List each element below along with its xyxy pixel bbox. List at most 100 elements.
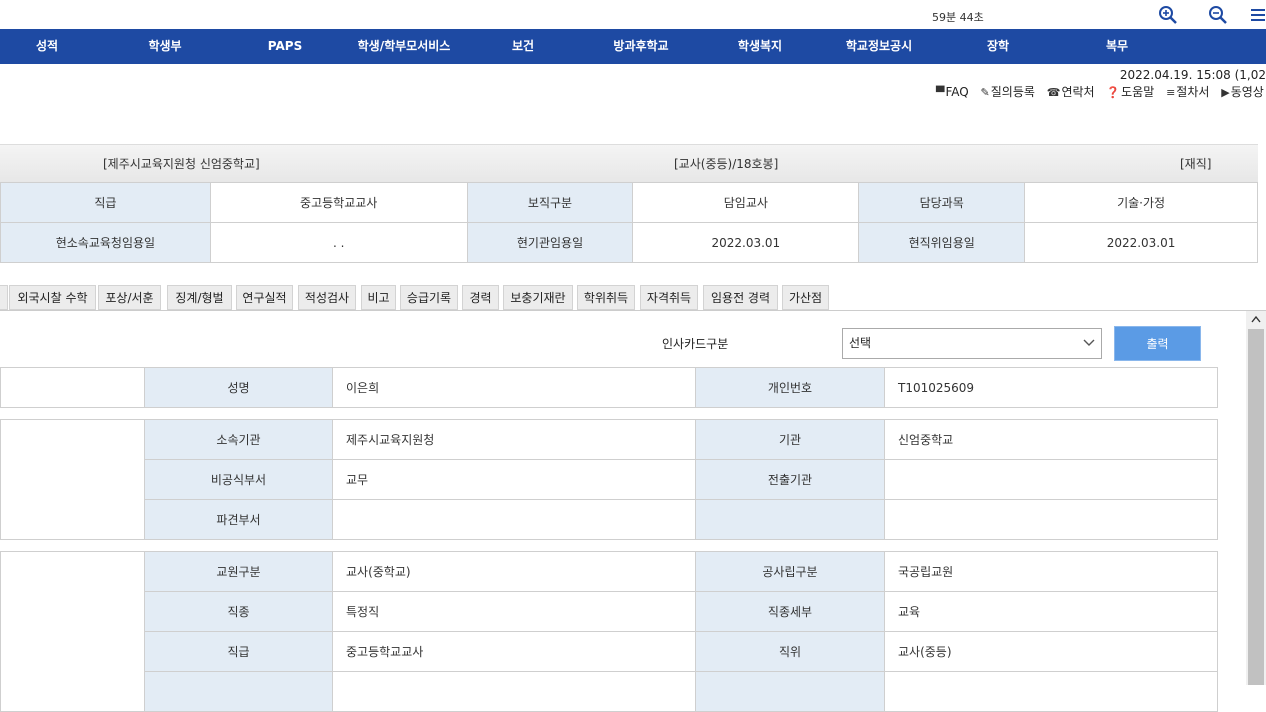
table-row: 소속기관 제주시교육지원청 기관 신엄중학교: [0, 419, 1218, 540]
table-row: 비공식부서 교무 전출기관: [1, 459, 1218, 500]
tab-career[interactable]: 경력: [462, 285, 499, 310]
blank-cell: [0, 551, 145, 712]
nav-item-welfare[interactable]: 학생복지: [738, 29, 782, 64]
field-label: 성명: [144, 367, 333, 408]
summary-label: 보직구분: [466, 182, 634, 223]
affiliation-table: 소속기관 제주시교육지원청 기관 신엄중학교 비공식부서 교무 전출기관 파견부…: [0, 419, 1218, 540]
tab-discipline[interactable]: 징계/형벌: [167, 285, 232, 310]
field-value: T101025609: [884, 367, 1218, 408]
zoom-out-icon[interactable]: [1208, 5, 1228, 28]
top-bar: 59분 44초: [0, 0, 1266, 29]
field-label: [144, 671, 333, 712]
scrollbar-thumb[interactable]: [1248, 329, 1264, 685]
table-row: 직급 중고등학교교사 직위 교사(중등): [1, 631, 1218, 672]
field-value: 국공립교원: [884, 551, 1218, 592]
table-row: 현소속교육청임용일 . . 현기관임용일 2022.03.01 현직위임용일 2…: [0, 222, 1258, 263]
vertical-scrollbar[interactable]: [1246, 311, 1266, 685]
print-button[interactable]: 출력: [1114, 326, 1201, 361]
field-value: 중고등학교교사: [332, 631, 696, 672]
zoom-in-icon[interactable]: [1158, 5, 1178, 28]
field-label: 개인번호: [695, 367, 885, 408]
field-label: 기관: [695, 419, 885, 460]
help-link[interactable]: ❓도움말: [1106, 85, 1154, 99]
procedure-link[interactable]: ≡절차서: [1166, 85, 1209, 99]
teacher-info-header: [제주시교육지원청 신엄중학교] [교사(중등)/18호봉] [재직]: [0, 144, 1258, 182]
summary-label: 현소속교육청임용일: [0, 222, 211, 263]
tab-promotion[interactable]: 승급기록: [400, 285, 458, 310]
field-label: 소속기관: [144, 419, 333, 460]
nav-item-school-info[interactable]: 학교정보공시: [846, 29, 912, 64]
field-label: 공사립구분: [695, 551, 885, 592]
pencil-icon: ✎: [980, 86, 990, 99]
tab-certificate[interactable]: 자격취득: [640, 285, 698, 310]
field-value: 교무: [332, 459, 696, 500]
chevron-down-icon: [1083, 329, 1095, 369]
table-row: 직급 중고등학교교사 보직구분 담임교사 담당과목 기술·가정: [0, 182, 1258, 223]
summary-label: 현기관임용일: [466, 222, 634, 263]
org-name: [제주시교육지원청 신엄중학교]: [103, 157, 260, 171]
field-label: 직급: [144, 631, 333, 672]
tab-bonus-points[interactable]: 가산점: [782, 285, 829, 310]
nav-item-after-school[interactable]: 방과후학교: [613, 29, 668, 64]
tab-divider: [0, 310, 1266, 311]
tab-aptitude[interactable]: 적성검사: [298, 285, 356, 310]
field-label: [695, 671, 885, 712]
quick-links: ▀FAQ ✎질의등록 ☎연락처 ❓도움말 ≡절차서 ▶동영상: [936, 83, 1266, 100]
field-label: 비공식부서: [144, 459, 333, 500]
nav-item-student-records[interactable]: 학생부: [148, 29, 181, 64]
summary-value: 2022.03.01: [1024, 222, 1258, 263]
tab-foreign-study[interactable]: 외국시찰 수학: [9, 285, 96, 310]
video-link[interactable]: ▶동영상: [1221, 85, 1264, 99]
table-row: 직종 특정직 직종세부 교육: [1, 591, 1218, 632]
tab-previous[interactable]: [0, 285, 8, 310]
field-value: 제주시교육지원청: [332, 419, 696, 460]
scroll-up-arrow-icon[interactable]: [1246, 311, 1266, 328]
list-icon: ≡: [1166, 86, 1176, 99]
table-row: 성명 이은희 개인번호 T101025609: [0, 367, 1218, 408]
tab-awards[interactable]: 포상/서훈: [98, 285, 161, 310]
nav-item-parent-service[interactable]: 학생/학부모서비스: [358, 29, 451, 64]
field-value: [332, 671, 696, 712]
field-value: [884, 459, 1218, 500]
blank-cell: [0, 419, 145, 540]
summary-value: 2022.03.01: [632, 222, 860, 263]
summary-value: 담임교사: [632, 182, 860, 223]
field-value: 특정직: [332, 591, 696, 632]
card-type-value: 선택: [849, 336, 872, 350]
tab-degree[interactable]: 학위취득: [577, 285, 635, 310]
tab-supplement[interactable]: 보충기재란: [503, 285, 573, 310]
contact-link[interactable]: ☎연락처: [1047, 85, 1095, 99]
field-value: 교육: [884, 591, 1218, 632]
table-row: 교원구분 교사(중학교) 공사립구분 국공립교원: [0, 551, 1218, 712]
inquiry-link[interactable]: ✎질의등록: [981, 85, 1035, 99]
summary-label: 담당과목: [858, 182, 1026, 223]
tab-research[interactable]: 연구실적: [236, 285, 293, 310]
chat-icon: ▀: [936, 86, 945, 99]
field-label: 파견부서: [144, 499, 333, 540]
personal-table: 성명 이은희 개인번호 T101025609: [0, 367, 1218, 408]
summary-value: 기술·가정: [1024, 182, 1258, 223]
main-nav: 성적 학생부 PAPS 학생/학부모서비스 보건 방과후학교 학생복지 학교정보…: [0, 29, 1266, 64]
tab-prior-career[interactable]: 임용전 경력: [703, 285, 778, 310]
field-label: 직종세부: [695, 591, 885, 632]
summary-value: . .: [209, 222, 468, 263]
card-type-select[interactable]: 선택: [842, 328, 1102, 359]
nav-item-scholarship[interactable]: 장학: [987, 29, 1009, 64]
employment-status: [재직]: [1180, 157, 1212, 171]
teacher-summary-table: 직급 중고등학교교사 보직구분 담임교사 담당과목 기술·가정 현소속교육청임용…: [0, 182, 1258, 263]
table-row: [1, 671, 1218, 712]
field-value: 신엄중학교: [884, 419, 1218, 460]
nav-item-grades[interactable]: 성적: [36, 29, 58, 64]
field-value: [884, 671, 1218, 712]
position-table: 교원구분 교사(중학교) 공사립구분 국공립교원 직종 특정직 직종세부 교육 …: [0, 551, 1218, 712]
faq-link[interactable]: ▀FAQ: [936, 85, 969, 99]
current-datetime: 2022.04.19. 15:08 (1,02: [1119, 68, 1266, 82]
tab-remarks[interactable]: 비고: [361, 285, 396, 310]
table-row: 파견부서: [1, 499, 1218, 540]
nav-item-health[interactable]: 보건: [512, 29, 534, 64]
field-value: 교사(중학교): [332, 551, 696, 592]
nav-item-service[interactable]: 복무: [1106, 29, 1128, 64]
nav-item-paps[interactable]: PAPS: [268, 29, 302, 64]
hamburger-menu-icon[interactable]: [1250, 7, 1266, 26]
summary-value: 중고등학교교사: [209, 182, 468, 223]
